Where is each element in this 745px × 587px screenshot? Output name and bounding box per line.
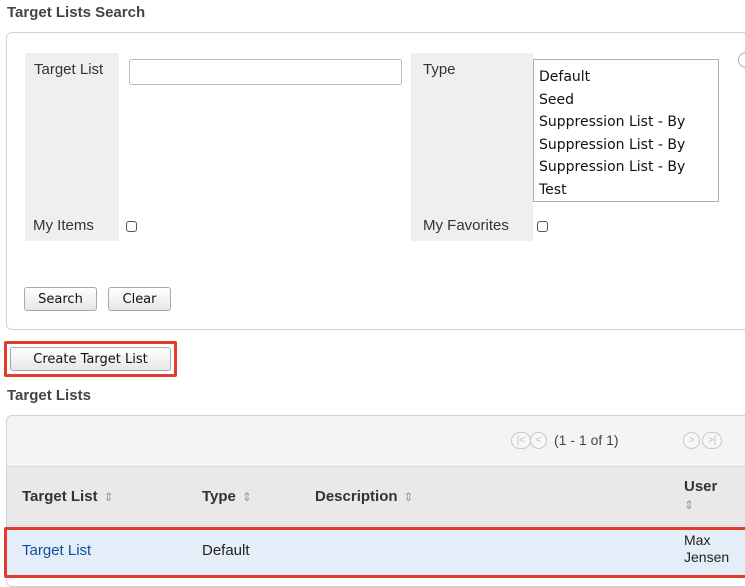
pagination-text: (1 - 1 of 1) — [554, 432, 619, 448]
target-list-label-cell — [25, 53, 119, 241]
sort-icon: ⇕ — [684, 498, 695, 512]
type-option[interactable]: Suppression List - By — [534, 111, 718, 134]
last-page-icon[interactable]: >| — [702, 432, 722, 449]
my-favorites-checkbox[interactable] — [537, 221, 548, 232]
col-header-target-list[interactable]: Target List ⇕ — [22, 488, 114, 505]
type-listbox[interactable]: Default Seed Suppression List - By Suppr… — [533, 59, 719, 202]
next-page-icon[interactable]: > — [683, 432, 700, 449]
my-items-label: My Items — [33, 217, 94, 234]
col-header-user[interactable]: User ⇕ — [684, 478, 717, 514]
row-highlight — [4, 527, 745, 578]
type-option[interactable]: Suppression List - By — [534, 134, 718, 157]
table-header: Target List ⇕ Type ⇕ Description ⇕ User ⇕ — [7, 467, 745, 526]
type-label-cell — [411, 53, 533, 241]
type-option[interactable]: Test — [534, 179, 718, 201]
my-items-checkbox[interactable] — [126, 221, 137, 232]
sort-icon: ⇕ — [103, 490, 114, 504]
sort-icon: ⇕ — [241, 490, 252, 504]
type-option[interactable]: Suppression List - By — [534, 156, 718, 179]
type-label: Type — [423, 61, 456, 78]
col-header-type[interactable]: Type ⇕ — [202, 488, 252, 505]
pagination-bar: |< < (1 - 1 of 1) > >| — [7, 416, 745, 467]
my-favorites-label: My Favorites — [423, 217, 509, 234]
list-title: Target Lists — [7, 387, 91, 404]
target-list-label: Target List — [34, 61, 104, 78]
previous-page-icon[interactable]: < — [530, 432, 547, 449]
sort-icon: ⇕ — [403, 490, 414, 504]
first-page-icon[interactable]: |< — [511, 432, 531, 449]
target-list-input[interactable] — [129, 59, 402, 85]
create-target-list-button[interactable]: Create Target List — [10, 347, 171, 371]
col-header-description[interactable]: Description ⇕ — [315, 488, 414, 505]
search-button[interactable]: Search — [24, 287, 97, 311]
type-option[interactable]: Default — [534, 66, 718, 89]
clear-button[interactable]: Clear — [108, 287, 171, 311]
search-title: Target Lists Search — [7, 4, 146, 21]
type-option[interactable]: Seed — [534, 89, 718, 112]
